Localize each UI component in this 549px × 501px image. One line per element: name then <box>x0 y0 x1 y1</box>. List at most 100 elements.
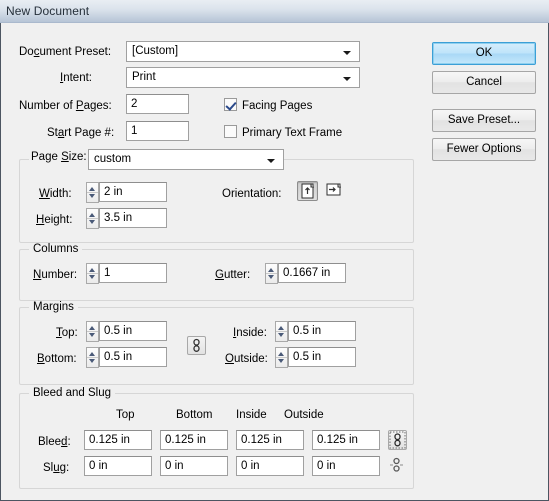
stepper-up-icon[interactable] <box>89 213 95 217</box>
stepper-divider <box>87 218 98 219</box>
columns-legend: Columns <box>29 243 83 255</box>
margins-link-button[interactable] <box>187 336 206 355</box>
stepper-divider <box>87 357 98 358</box>
margin-inside-input[interactable]: 0.5 in <box>288 321 356 341</box>
number-of-pages-label: Number of Pages: <box>19 100 112 112</box>
stepper-down-icon[interactable] <box>268 275 274 279</box>
stepper-up-icon[interactable] <box>278 352 284 356</box>
portrait-orientation-icon <box>301 183 314 199</box>
landscape-orientation-button[interactable] <box>323 181 344 201</box>
height-input[interactable]: 3.5 in <box>99 208 167 228</box>
margin-outside-stepper[interactable] <box>275 347 288 368</box>
bleed-link-button[interactable] <box>388 430 407 450</box>
page-size-value: custom <box>94 153 132 165</box>
cancel-button[interactable]: Cancel <box>432 71 536 94</box>
bleed-col-top-header: Top <box>116 409 135 421</box>
landscape-orientation-icon <box>326 183 341 196</box>
margin-bottom-input[interactable]: 0.5 in <box>99 347 167 367</box>
stepper-down-icon[interactable] <box>278 333 284 337</box>
document-preset-label: Document Preset: <box>19 46 112 58</box>
slug-bottom-input[interactable]: 0 in <box>160 456 228 476</box>
fewer-options-button[interactable]: Fewer Options <box>432 138 536 161</box>
document-preset-value: [Custom] <box>132 45 179 57</box>
gutter-label: Gutter: <box>215 269 251 281</box>
portrait-orientation-button[interactable] <box>297 181 318 201</box>
chain-link-icon <box>389 431 406 449</box>
margin-bottom-stepper[interactable] <box>86 347 99 368</box>
columns-number-stepper[interactable] <box>86 263 99 284</box>
width-label: Width: <box>39 188 72 200</box>
stepper-down-icon[interactable] <box>278 359 284 363</box>
stepper-divider <box>276 357 287 358</box>
primary-text-frame-checkbox[interactable] <box>224 125 237 138</box>
stepper-up-icon[interactable] <box>89 326 95 330</box>
facing-pages-label[interactable]: Facing Pages <box>242 99 312 113</box>
intent-combo[interactable]: Print <box>126 67 360 88</box>
margin-inside-stepper[interactable] <box>275 321 288 342</box>
stepper-up-icon[interactable] <box>278 326 284 330</box>
slug-link-button[interactable] <box>388 456 407 476</box>
bleed-col-bottom-header: Bottom <box>176 409 213 421</box>
columns-group: Columns Number: 1 Gutter: 0.1667 in <box>19 243 414 301</box>
margin-outside-label: Outside: <box>225 353 268 365</box>
stepper-divider <box>276 331 287 332</box>
stepper-divider <box>87 331 98 332</box>
bleed-label: Bleed: <box>38 436 71 448</box>
bleed-outside-input[interactable]: 0.125 in <box>312 430 380 450</box>
start-page-input[interactable]: 1 <box>126 121 189 141</box>
page-size-combo[interactable]: custom <box>88 149 284 170</box>
window-title: New Document <box>6 4 90 18</box>
gutter-stepper[interactable] <box>265 263 278 284</box>
page-size-group: Page Size: custom Width: 2 in Height: 3.… <box>19 149 414 243</box>
stepper-divider <box>87 273 98 274</box>
margin-top-label: Top: <box>56 327 78 339</box>
slug-outside-input[interactable]: 0 in <box>312 456 380 476</box>
stepper-up-icon[interactable] <box>89 352 95 356</box>
start-page-label: Start Page #: <box>47 127 115 139</box>
height-label: Height: <box>36 214 73 226</box>
slug-inside-input[interactable]: 0 in <box>236 456 304 476</box>
orientation-label: Orientation: <box>222 188 282 200</box>
title-bar[interactable]: New Document <box>0 0 549 23</box>
columns-number-input[interactable]: 1 <box>99 263 167 283</box>
columns-number-label: Number: <box>33 269 78 281</box>
document-preset-combo[interactable]: [Custom] <box>126 41 360 62</box>
intent-label: Intent: <box>60 72 92 84</box>
stepper-up-icon[interactable] <box>268 268 274 272</box>
gutter-input[interactable]: 0.1667 in <box>278 263 346 283</box>
save-preset-button[interactable]: Save Preset... <box>432 109 536 132</box>
stepper-divider <box>87 192 98 193</box>
margin-top-stepper[interactable] <box>86 321 99 342</box>
ok-button[interactable]: OK <box>432 42 536 65</box>
bleed-inside-input[interactable]: 0.125 in <box>236 430 304 450</box>
number-of-pages-input[interactable]: 2 <box>126 94 189 114</box>
chain-link-broken-icon <box>390 457 403 472</box>
stepper-up-icon[interactable] <box>89 268 95 272</box>
stepper-down-icon[interactable] <box>89 359 95 363</box>
stepper-down-icon[interactable] <box>89 333 95 337</box>
primary-text-frame-label[interactable]: Primary Text Frame <box>242 126 342 140</box>
stepper-down-icon[interactable] <box>89 194 95 198</box>
bleed-bottom-input[interactable]: 0.125 in <box>160 430 228 450</box>
width-stepper[interactable] <box>86 182 99 203</box>
stepper-divider <box>266 273 277 274</box>
page-size-legend: Page Size: <box>29 151 89 163</box>
stepper-up-icon[interactable] <box>89 187 95 191</box>
bleed-and-slug-legend: Bleed and Slug <box>29 387 116 399</box>
bleed-col-inside-header: Inside <box>236 409 267 421</box>
slug-top-input[interactable]: 0 in <box>84 456 152 476</box>
slug-label: Slug: <box>43 462 70 474</box>
margin-outside-input[interactable]: 0.5 in <box>288 347 356 367</box>
stepper-down-icon[interactable] <box>89 275 95 279</box>
dialog-body: OK Cancel Save Preset... Fewer Options D… <box>0 23 549 501</box>
facing-pages-checkbox[interactable] <box>224 98 237 111</box>
margin-bottom-label: Bottom: <box>37 353 77 365</box>
height-stepper[interactable] <box>86 208 99 229</box>
margin-top-input[interactable]: 0.5 in <box>99 321 167 341</box>
chevron-down-icon <box>267 159 275 163</box>
stepper-down-icon[interactable] <box>89 220 95 224</box>
chevron-down-icon <box>343 51 351 55</box>
intent-value: Print <box>132 71 156 83</box>
width-input[interactable]: 2 in <box>99 182 167 202</box>
bleed-top-input[interactable]: 0.125 in <box>84 430 152 450</box>
